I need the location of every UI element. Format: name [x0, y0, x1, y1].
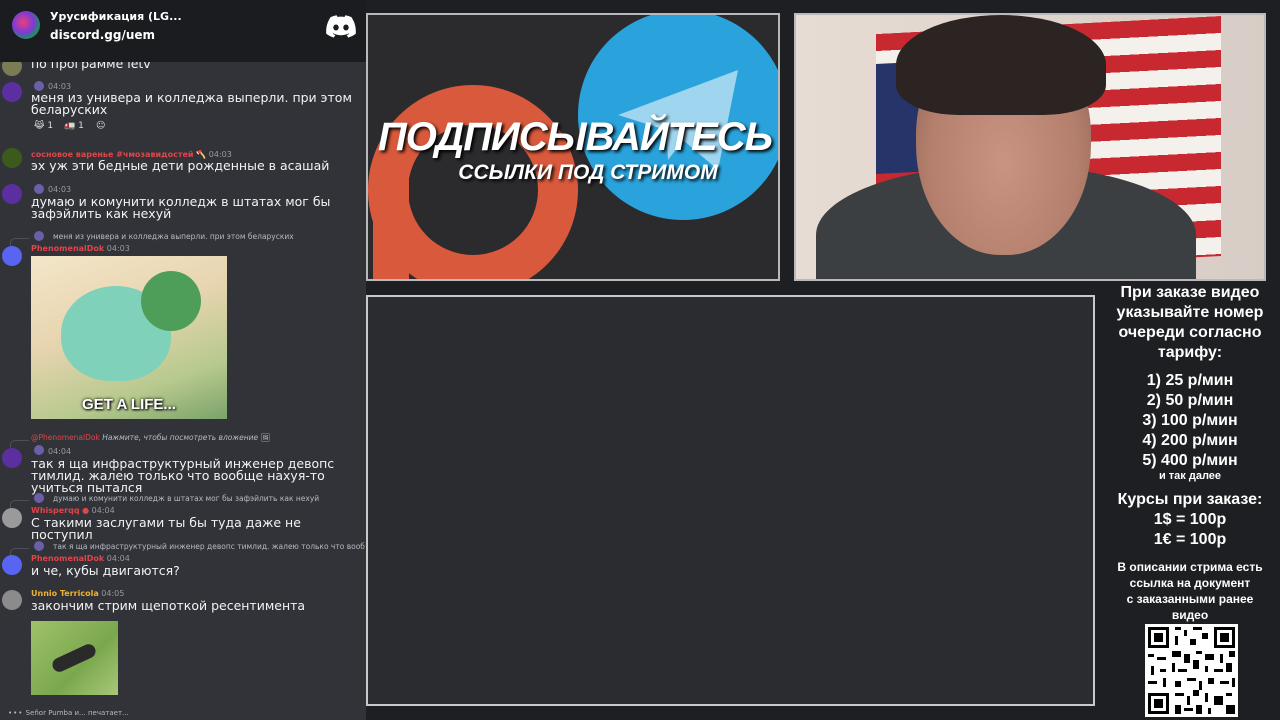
info-line: с заказанными ранее: [1126, 592, 1254, 606]
info-line: ссылка на документ: [1129, 576, 1251, 590]
message-text: закончим стрим щепоткой ресентимента: [31, 598, 306, 613]
reply-preview[interactable]: так я ща инфраструктурный инженер девопс…: [53, 542, 365, 551]
message-text: С такими заслугами ты бы туда даже не по…: [31, 515, 301, 542]
reaction[interactable]: 😹 1: [34, 121, 53, 131]
avatar: [2, 555, 22, 575]
attached-image[interactable]: GET A LIFE...: [31, 256, 227, 419]
message-time: 04:04: [106, 554, 130, 563]
webcam-feed: [794, 13, 1266, 281]
reply-avatar: [34, 493, 44, 503]
reaction-emoji: 😹: [34, 121, 45, 131]
typing-dots-icon: •••: [8, 709, 24, 717]
username[interactable]: PhenomenalDok: [31, 244, 104, 253]
reaction[interactable]: 🚛 1: [64, 121, 84, 131]
person-hair: [896, 15, 1106, 115]
tariff-item: 2) 50 р/мин: [1146, 392, 1234, 409]
info-line: В описании стрима есть: [1117, 560, 1263, 574]
message-text: меня из универа и колледжа выперли. при …: [31, 90, 352, 117]
role-icon: [34, 184, 44, 194]
typing-indicator: ••• Señor Pumba и... печатает...: [8, 709, 129, 717]
info-line: При заказе видео: [1120, 284, 1260, 301]
tariff-item: 1) 25 р/мин: [1146, 372, 1234, 389]
message-time: 04:03: [106, 244, 130, 253]
tariff-item: 4) 200 р/мин: [1142, 432, 1238, 449]
message-text: и че, кубы двигаются?: [31, 563, 180, 578]
tariff-item: 3) 100 р/мин: [1142, 412, 1238, 429]
avatar: [2, 246, 22, 266]
avatar: [2, 590, 22, 610]
message-text: так я ща инфраструктурный инженер девопс…: [31, 456, 335, 495]
rates-title: Курсы при заказе:: [1117, 491, 1263, 508]
reply-avatar: [34, 231, 44, 241]
image-caption: GET A LIFE...: [82, 396, 176, 413]
reply-avatar: [34, 541, 44, 551]
chat-header: Урусификация (LG... discord.gg/uem: [0, 0, 366, 62]
message-text: думаю и комунити колледж в штатах мог бы…: [31, 194, 331, 221]
promo-subline: ССЫЛКИ ПОД СТРИМОМ: [458, 161, 718, 184]
avatar: [2, 184, 22, 204]
discord-chat-overlay: по программе letv Урусификация (LG... di…: [0, 0, 366, 720]
message-time: 04:05: [101, 589, 125, 598]
discord-logo-icon: [326, 15, 356, 38]
username[interactable]: Whisperqq: [31, 506, 80, 515]
avatar: [2, 82, 22, 102]
message-time: 04:04: [91, 506, 115, 515]
server-invite-link[interactable]: discord.gg/uem: [50, 28, 155, 42]
username[interactable]: PhenomenalDok: [31, 554, 104, 563]
server-icon: [12, 11, 40, 39]
order-info-panel: При заказе видео указывайте номер очеред…: [1100, 283, 1280, 720]
server-name: Урусификация (LG...: [50, 10, 182, 23]
avatar: [2, 508, 22, 528]
promo-headline: ПОДПИСЫВАЙТЕСЬ: [377, 115, 773, 159]
reply-preview[interactable]: @PhenomenalDok Нажмите, чтобы посмотреть…: [31, 433, 343, 442]
avatar: [2, 148, 22, 168]
reaction-emoji: ☺: [96, 121, 106, 131]
reply-preview[interactable]: думаю и комунити колледж в штатах мог бы…: [53, 494, 365, 503]
badge-icon: ●: [82, 506, 90, 515]
tariff-etc: и так далее: [1158, 470, 1222, 482]
avatar: [2, 448, 22, 468]
message-time: 04:03: [48, 185, 72, 194]
role-icon: [34, 445, 44, 455]
message-time: 04:04: [48, 447, 72, 456]
reply-preview[interactable]: меня из универа и колледжа выперли. при …: [53, 232, 365, 241]
tariff-item: 5) 400 р/мин: [1142, 452, 1238, 469]
info-line: указывайте номер: [1116, 304, 1264, 321]
promo-panel: ПОДПИСЫВАЙТЕСЬ ССЫЛКИ ПОД СТРИМОМ: [366, 13, 780, 281]
info-line: видео: [1171, 608, 1209, 622]
video-area: [366, 295, 1095, 706]
reaction-emoji: 🚛: [64, 121, 76, 131]
rate-eur: 1€ = 100р: [1153, 531, 1227, 548]
image-icon: 🖼: [260, 433, 271, 442]
info-line: тарифу:: [1157, 344, 1223, 361]
message-text: эх уж эти бедные дети рожденные в асашай: [31, 158, 330, 173]
bulb-shape: [141, 271, 201, 331]
attached-image[interactable]: [31, 621, 118, 695]
info-line: очереди согласно: [1118, 324, 1262, 341]
username[interactable]: Unnio Terricola: [31, 589, 99, 598]
reaction[interactable]: ☺: [96, 121, 105, 131]
qr-code-icon: [1145, 624, 1238, 717]
lying-figure: [50, 641, 98, 675]
rate-usd: 1$ = 100р: [1153, 511, 1227, 528]
